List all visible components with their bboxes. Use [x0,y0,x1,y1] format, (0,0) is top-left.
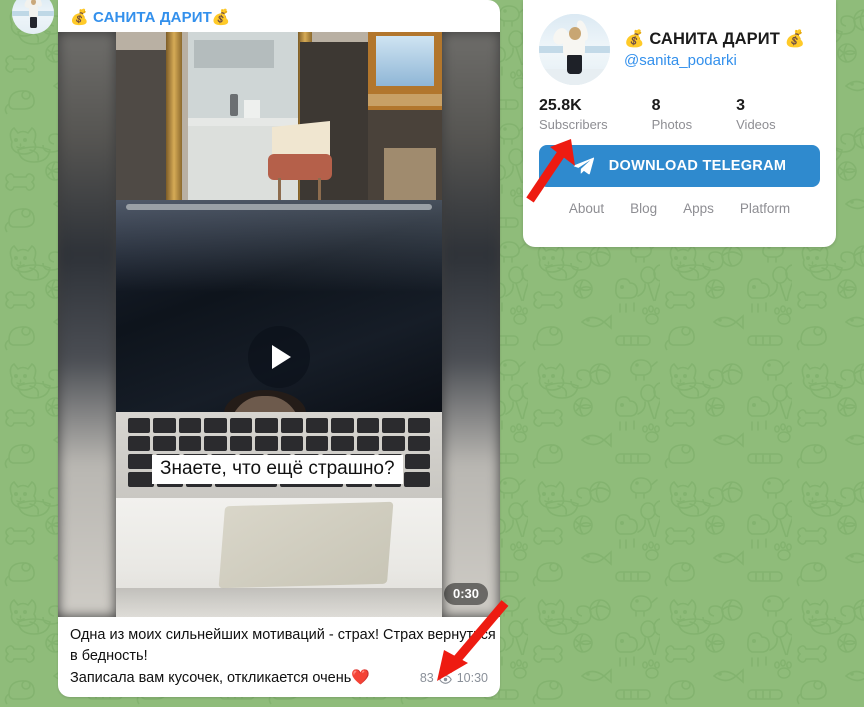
video-letterbox-left [58,32,116,617]
heart-emoji: ❤️ [351,669,371,686]
stat-subscribers-label: Subscribers [539,117,608,132]
channel-stats: 25.8K Subscribers 8 Photos 3 Videos [523,85,836,132]
caption-line-1: Одна из моих сильнейших мотиваций - стра… [70,627,496,643]
stat-videos-value: 3 [736,97,746,114]
link-about[interactable]: About [569,201,604,216]
stat-photos-value: 8 [651,97,661,114]
channel-avatar[interactable] [539,14,610,85]
chair-seat [268,154,332,180]
caption-line-3-text: Записала вам кусочек, откликается очень [70,670,352,686]
room-window [368,32,442,110]
video-frame [116,32,442,617]
download-telegram-label: DOWNLOAD TELEGRAM [608,158,787,174]
video-attachment[interactable]: Знаете, что ещё страшно? 0:30 [58,32,500,617]
video-duration-badge: 0:30 [443,583,488,605]
screen-reflection [116,200,442,292]
table-shadow [116,588,442,617]
download-telegram-button[interactable]: DOWNLOAD TELEGRAM [539,145,820,187]
keyboard-row [128,436,431,451]
stat-videos-label: Videos [736,117,776,132]
profile-avatar-legs [566,55,582,74]
message-caption: Одна из моих сильнейших мотиваций - стра… [58,617,500,697]
profile-footer-links: About Blog Apps Platform [523,201,836,216]
channel-username[interactable]: @sanita_podarki [624,52,805,69]
stat-videos: 3 Videos [736,97,776,132]
channel-title: 💰 САНИТА ДАРИТ 💰 [624,30,806,48]
telegram-plane-icon [573,155,595,177]
video-scene-room [116,32,442,204]
video-subtitle: Знаете, что ещё страшно? [152,455,403,484]
mirror-frame-left [166,32,182,204]
caption-line-2: в бедность! [70,648,148,664]
profile-header: 💰 САНИТА ДАРИТ 💰 @sanita_podarki [523,0,836,85]
link-apps[interactable]: Apps [683,201,714,216]
sender-avatar[interactable] [12,0,54,34]
laptop-bezel [126,204,432,210]
play-button[interactable] [248,326,310,388]
kitchen-jar [230,94,238,116]
message-bubble[interactable]: 💰 САНИТА ДАРИТ💰 Знаете, что ещё страшно?… [58,0,500,697]
link-blog[interactable]: Blog [630,201,657,216]
chair-leg [318,178,321,200]
video-letterbox-right [442,32,500,617]
stat-subscribers-value: 25.8K [539,97,582,114]
keyboard-row [128,418,431,433]
stat-photos: 8 Photos [652,97,692,132]
window-sill [368,94,442,106]
window-glass [376,36,434,86]
kitchen-upper-cabinet [194,40,274,68]
eye-icon [438,672,452,685]
profile-name-block: 💰 САНИТА ДАРИТ 💰 @sanita_podarki [624,30,805,69]
chair-leg [278,178,281,200]
room-chair [268,120,334,202]
link-platform[interactable]: Platform [740,201,790,216]
kitchen-box [244,100,260,118]
laptop-trackpad [218,501,394,589]
room-radiator [384,148,436,204]
message-meta: 83 10:30 [420,668,488,689]
stat-photos-label: Photos [651,117,693,132]
view-count: 83 [419,671,434,685]
profile-avatar-hair [568,26,581,40]
stat-subscribers: 25.8K Subscribers [539,97,608,132]
message-time: 10:30 [456,671,488,685]
message-author-name[interactable]: 💰 САНИТА ДАРИТ💰 [58,0,500,32]
avatar-legs [29,17,38,29]
message-group: 💰 САНИТА ДАРИТ💰 Знаете, что ещё страшно?… [0,0,510,707]
play-icon [272,345,291,369]
channel-profile-card: 💰 САНИТА ДАРИТ 💰 @sanita_podarki 25.8K S… [523,0,836,247]
